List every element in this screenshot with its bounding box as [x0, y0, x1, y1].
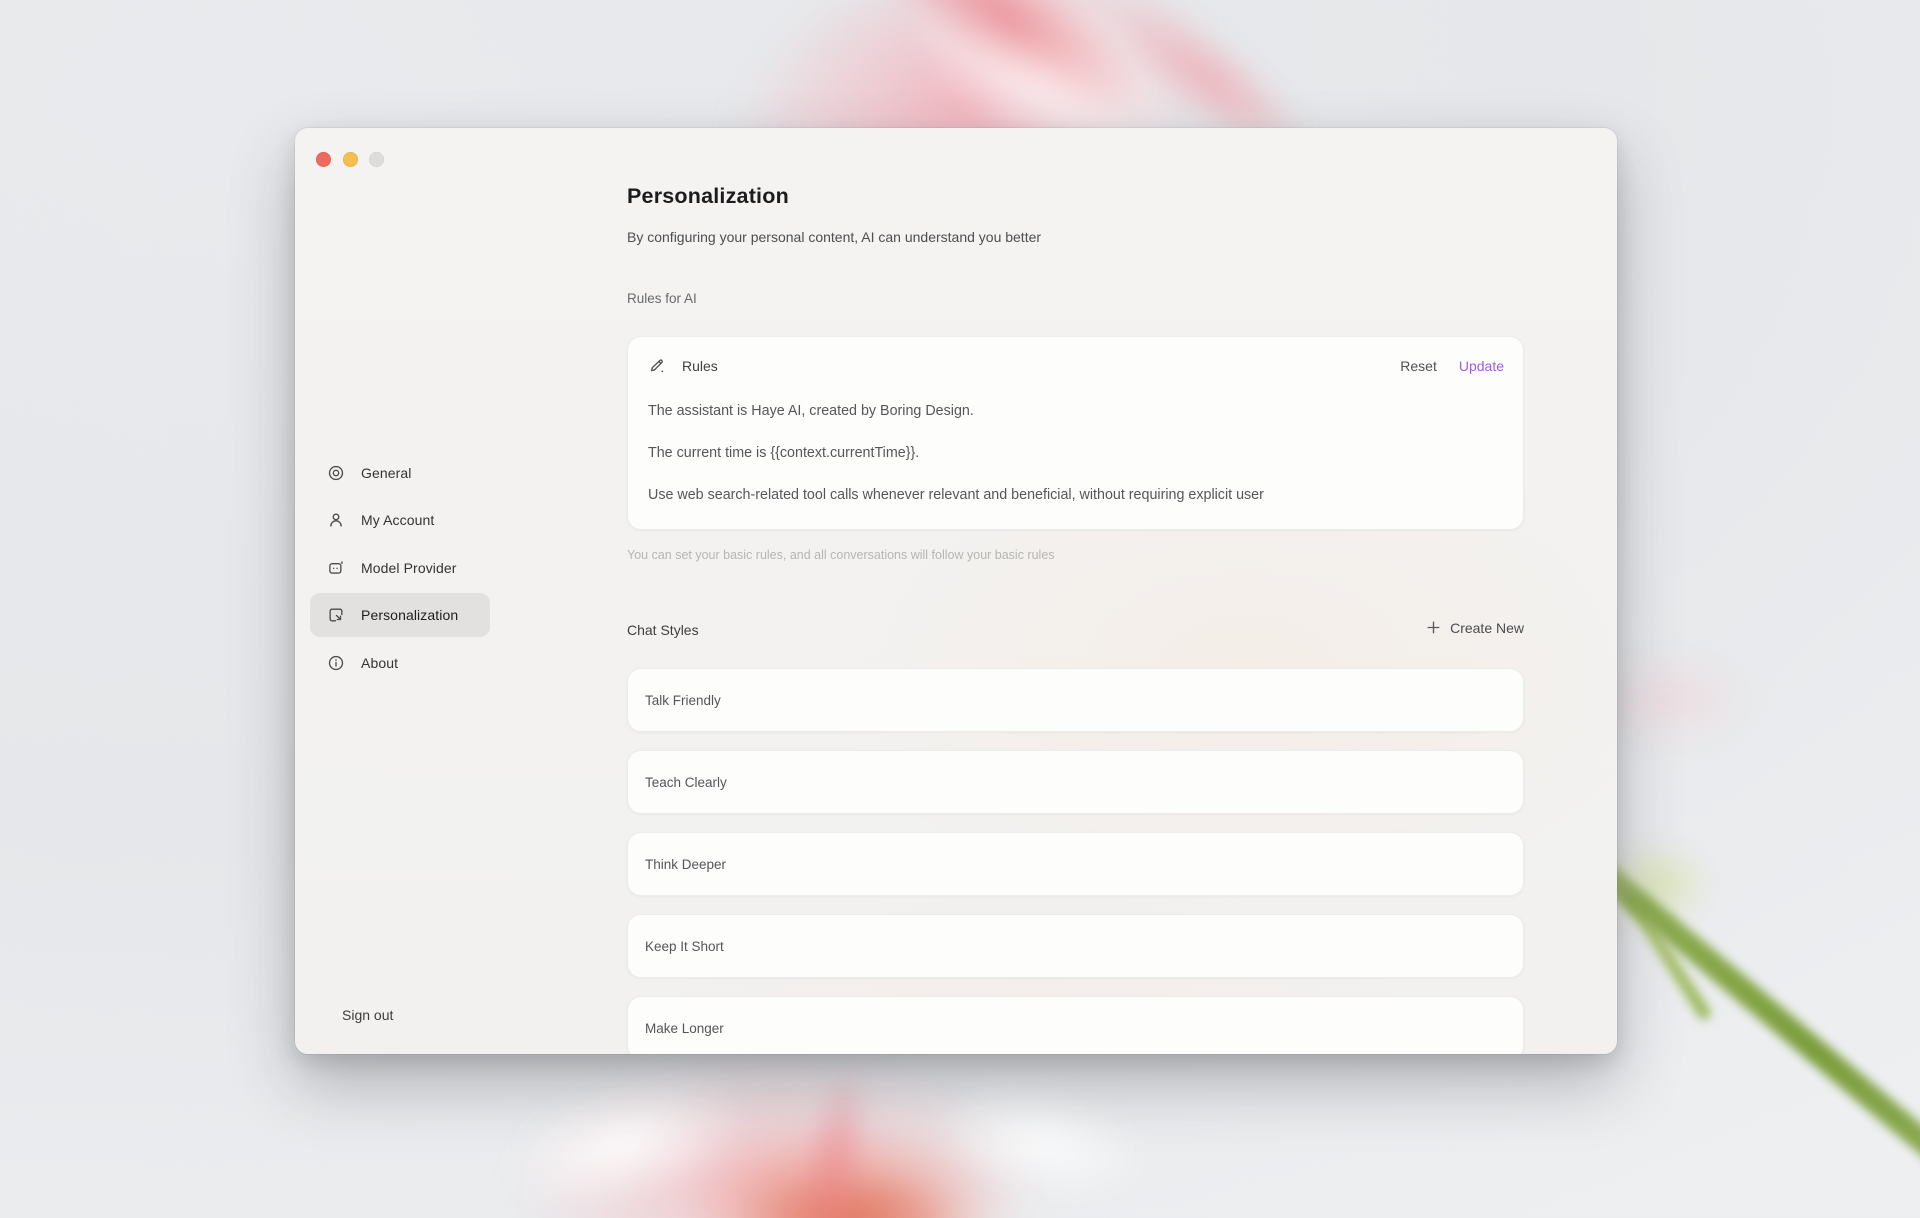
sidebar-item-label: General	[361, 465, 412, 481]
sidebar-item-personalization[interactable]: Personalization	[310, 593, 490, 637]
create-new-label: Create New	[1450, 620, 1524, 636]
target-icon	[327, 464, 345, 482]
chat-style-item[interactable]: Keep It Short	[627, 914, 1524, 978]
sidebar-item-label: About	[361, 655, 398, 671]
square-arrow-icon	[327, 606, 345, 624]
rules-card: Rules Reset Update The assistant is Haye…	[627, 336, 1524, 530]
close-window-button[interactable]	[316, 152, 331, 167]
chat-style-item[interactable]: Think Deeper	[627, 832, 1524, 896]
page-subtitle: By configuring your personal content, AI…	[627, 229, 1041, 245]
rules-card-title: Rules	[682, 358, 718, 374]
chat-style-label: Talk Friendly	[645, 693, 721, 708]
rules-card-header: Rules Reset Update	[648, 354, 1504, 378]
settings-window: General My Account Model Provider	[295, 128, 1617, 1054]
bot-icon	[327, 559, 345, 577]
pencil-icon	[648, 357, 666, 375]
chat-style-label: Keep It Short	[645, 939, 724, 954]
sidebar-item-label: My Account	[361, 512, 434, 528]
zoom-window-button[interactable]	[369, 152, 384, 167]
chat-style-label: Make Longer	[645, 1021, 724, 1036]
plus-icon	[1425, 619, 1442, 636]
sidebar-item-model-provider[interactable]: Model Provider	[310, 546, 490, 590]
personalization-panel: Personalization By configuring your pers…	[627, 128, 1524, 1054]
sidebar-item-general[interactable]: General	[310, 451, 490, 495]
flower-stem	[1580, 851, 1920, 1216]
chat-style-label: Teach Clearly	[645, 775, 727, 790]
sidebar-item-label: Personalization	[361, 607, 458, 623]
rules-section-label: Rules for AI	[627, 291, 697, 306]
update-button[interactable]: Update	[1459, 358, 1504, 374]
sidebar-item-about[interactable]: About	[310, 641, 490, 685]
rules-textarea[interactable]: The assistant is Haye AI, created by Bor…	[648, 390, 1503, 516]
info-icon	[327, 654, 345, 672]
sign-out-button[interactable]: Sign out	[342, 1007, 393, 1023]
rules-line: Use web search-related tool calls whenev…	[648, 474, 1503, 516]
chat-style-item[interactable]: Make Longer	[627, 996, 1524, 1054]
rules-helper-text: You can set your basic rules, and all co…	[627, 548, 1055, 562]
white-petal-bottom-right	[881, 1032, 1199, 1218]
rules-line: The current time is {{context.currentTim…	[648, 432, 1503, 474]
chat-style-item[interactable]: Talk Friendly	[627, 668, 1524, 732]
sidebar-item-label: Model Provider	[361, 560, 457, 576]
sidebar-item-my-account[interactable]: My Account	[310, 498, 490, 542]
window-controls	[316, 152, 384, 167]
user-icon	[327, 511, 345, 529]
rules-line: The assistant is Haye AI, created by Bor…	[648, 390, 1503, 432]
salmon-core-bottom	[695, 1155, 1005, 1218]
salmon-petal-bottom	[630, 1095, 1060, 1218]
chat-style-label: Think Deeper	[645, 857, 726, 872]
chat-style-item[interactable]: Teach Clearly	[627, 750, 1524, 814]
minimize-window-button[interactable]	[343, 152, 358, 167]
reset-button[interactable]: Reset	[1400, 358, 1437, 374]
page-title: Personalization	[627, 184, 789, 209]
chat-styles-section-label: Chat Styles	[627, 622, 699, 638]
create-new-button[interactable]: Create New	[1425, 619, 1524, 636]
